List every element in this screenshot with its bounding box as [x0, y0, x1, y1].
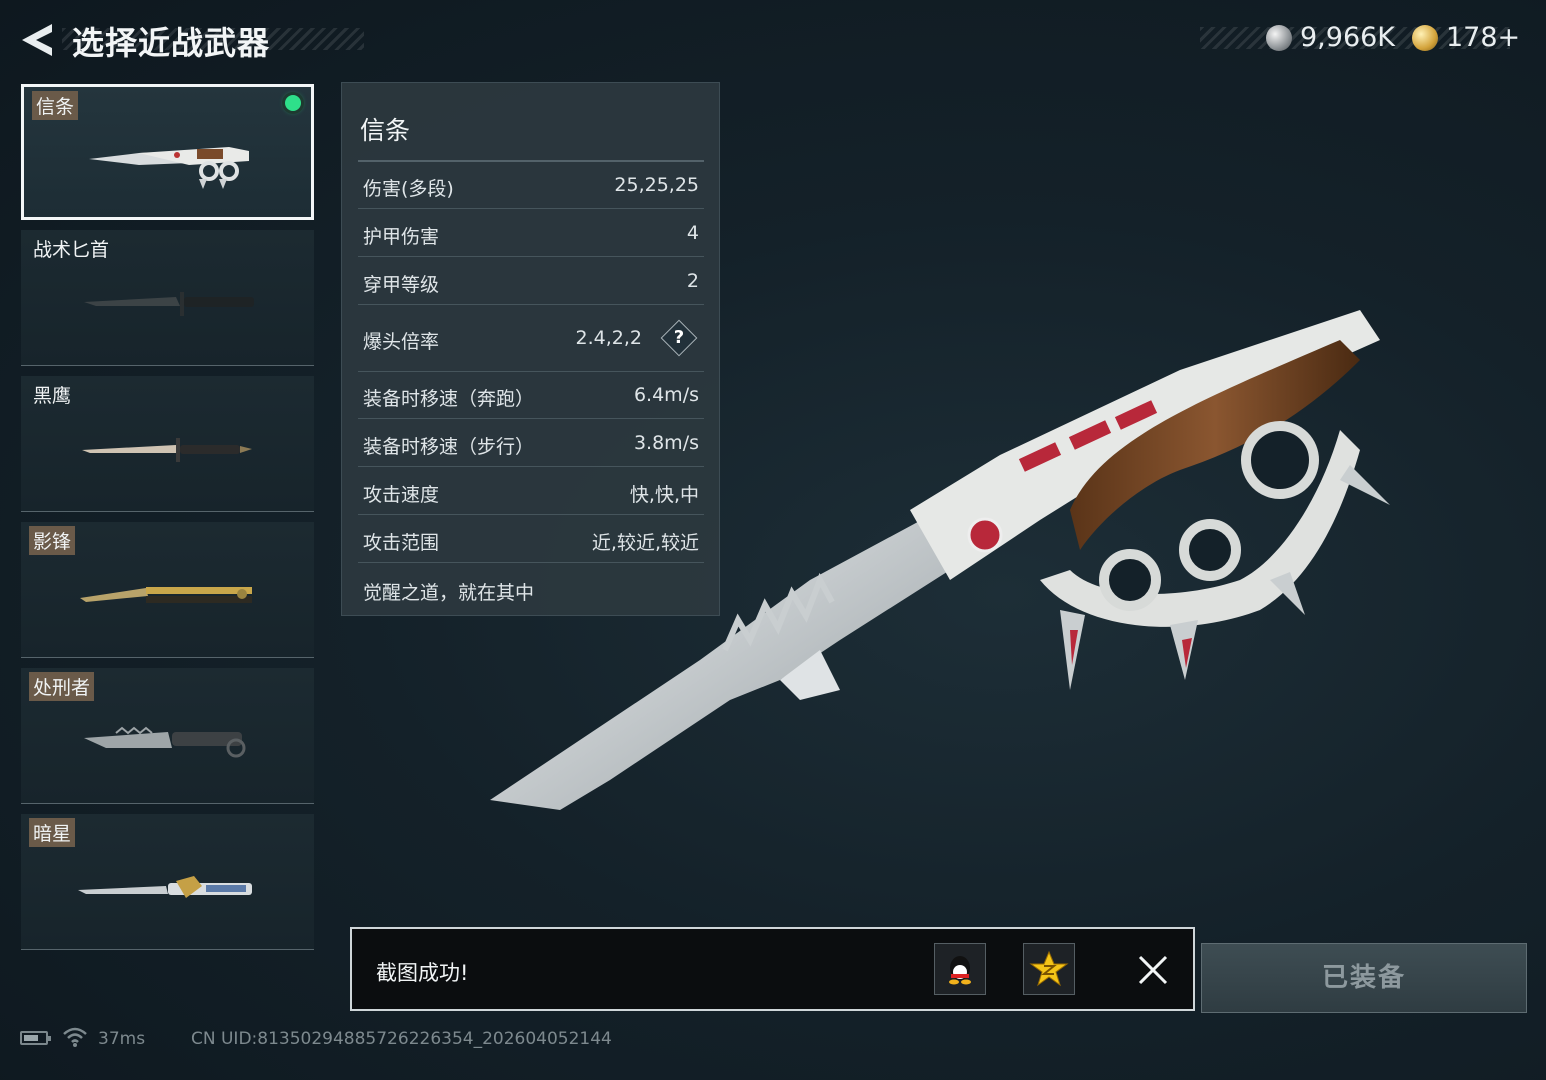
butterfly-knife-thumbnail	[80, 587, 252, 603]
equipped-button[interactable]: 已装备	[1201, 943, 1527, 1013]
stat-label: 攻击范围	[363, 532, 440, 554]
stat-label: 爆头倍率	[363, 331, 440, 353]
gold-coin-icon	[1412, 24, 1438, 51]
weapon-name: 信条	[32, 91, 79, 120]
weapon-item-xintiao[interactable]: 信条	[21, 84, 314, 220]
silver-currency: 9,966K	[1266, 22, 1395, 53]
stat-label: 伤害(多段)	[363, 178, 454, 200]
weapon-name: 暗星	[29, 818, 76, 847]
share-qzone-button[interactable]	[1023, 943, 1075, 995]
screenshot-toast: 截图成功!	[350, 927, 1195, 1011]
stat-label: 攻击速度	[363, 484, 440, 506]
stat-label: 穿甲等级	[363, 274, 440, 296]
weapon-preview-image[interactable]	[480, 280, 1420, 820]
weapon-name: 影锋	[29, 526, 76, 555]
wifi-icon	[63, 1027, 87, 1047]
gold-currency[interactable]: 178+	[1412, 22, 1520, 53]
silver-amount: 9,966K	[1300, 22, 1396, 53]
weapon-item-executioner[interactable]: 处刑者	[21, 668, 314, 804]
weapon-item-black-hawk[interactable]: 黑鹰	[21, 376, 314, 512]
silver-coin-icon	[1266, 24, 1292, 51]
knuckle-knife-thumbnail	[89, 147, 249, 189]
toast-message: 截图成功!	[376, 961, 469, 985]
qzone-icon	[1029, 950, 1069, 987]
equipped-indicator	[285, 95, 301, 111]
serrated-knife-thumbnail	[84, 726, 246, 758]
weapon-name: 战术匕首	[33, 239, 110, 261]
weapon-name: 黑鹰	[33, 385, 72, 407]
ornate-knife-thumbnail	[78, 876, 252, 898]
stat-label: 护甲伤害	[363, 226, 440, 248]
stat-row-damage: 伤害(多段) 25,25,25	[358, 162, 704, 209]
battery-icon	[20, 1031, 51, 1045]
share-qq-button[interactable]	[934, 943, 986, 995]
close-icon	[1138, 955, 1168, 985]
page-title: 选择近战武器	[72, 24, 271, 62]
weapon-item-shadow-blade[interactable]: 影锋	[21, 522, 314, 658]
uid-text: CN UID:8135029488572622635​4_20260405214…	[191, 1029, 612, 1049]
combat-knife-thumbnail	[82, 438, 252, 462]
chevron-left-icon	[22, 24, 52, 56]
back-button[interactable]	[16, 20, 60, 60]
weapon-title: 信条	[360, 116, 411, 145]
dagger-thumbnail	[84, 292, 254, 316]
weapon-item-tactical-dagger[interactable]: 战术匕首	[21, 230, 314, 366]
stat-value: 25,25,25	[614, 174, 699, 196]
stat-row-armor-damage: 护甲伤害 4	[358, 210, 704, 257]
close-toast-button[interactable]	[1134, 951, 1172, 989]
ping-text: 37ms	[98, 1029, 146, 1049]
qq-icon	[949, 956, 971, 985]
stat-value: 4	[686, 222, 699, 244]
weapon-item-dark-star[interactable]: 暗星	[21, 814, 314, 950]
weapon-name: 处刑者	[29, 672, 95, 701]
gold-amount: 178+	[1446, 22, 1521, 53]
